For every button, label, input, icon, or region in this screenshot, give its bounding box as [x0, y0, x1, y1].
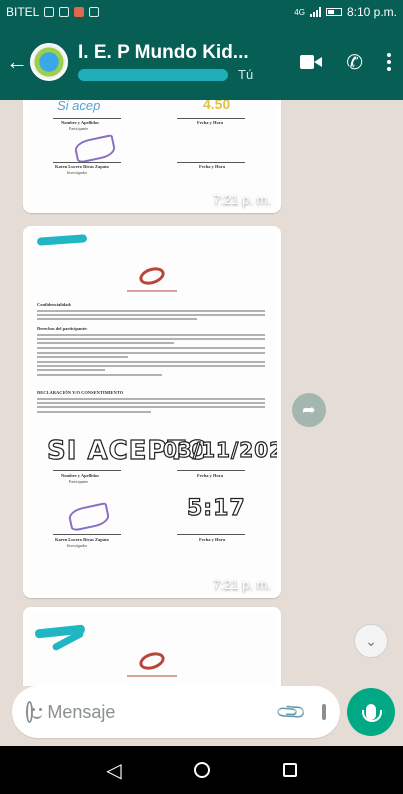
- signature-line-researcher: [53, 534, 121, 535]
- image-message-3[interactable]: [23, 607, 281, 686]
- signature-line-date: [177, 534, 245, 535]
- signature-line-researcher: [53, 162, 121, 163]
- image-message-2[interactable]: Confidencialidad: Derechos del participa…: [23, 226, 281, 598]
- chat-area[interactable]: Si acep 4.50 Nombre y Apellidos Particip…: [0, 100, 403, 686]
- message-time: 7:21 p. m.: [213, 577, 271, 592]
- sig-left-name: Nombre y Apellidos: [61, 473, 99, 478]
- back-arrow-icon[interactable]: ←: [6, 42, 28, 82]
- microphone-icon: [362, 704, 382, 722]
- section-declaration: DECLARACIÓN Y/O CONSENTIMIENTO: [37, 390, 124, 395]
- signature-line-date: [177, 162, 245, 163]
- instagram-notification-icon: [59, 7, 70, 17]
- university-logo: [137, 649, 167, 673]
- signal-strength-icon: [309, 7, 321, 17]
- redaction-scribble: [36, 234, 88, 246]
- nav-recent-apps-icon[interactable]: [282, 763, 297, 777]
- group-avatar[interactable]: [30, 43, 68, 81]
- signature-line-left: [53, 118, 121, 119]
- chat-subtitle: Tú: [78, 67, 300, 82]
- android-nav-bar: ◁: [0, 746, 403, 794]
- logo-caption: [127, 675, 177, 677]
- chat-title: I. E. P Mundo Kid...: [78, 42, 249, 63]
- chat-info[interactable]: I. E. P Mundo Kid... Tú: [78, 42, 300, 82]
- message-composer: 📎: [12, 686, 340, 738]
- sig-left-role: Participante: [69, 126, 89, 131]
- header-actions: ✆: [300, 50, 391, 75]
- handwritten-date: 03/11/2020: [162, 437, 277, 462]
- researcher-name: Karen Lucero Rivas Zapata: [55, 537, 109, 542]
- gallery-notification-icon: [44, 7, 55, 17]
- video-call-icon[interactable]: [300, 55, 323, 69]
- document-image: Confidencialidad: Derechos del participa…: [27, 230, 277, 594]
- message-input[interactable]: [47, 701, 280, 723]
- researcher-role: Investigador: [67, 543, 87, 548]
- signature-line-left: [53, 470, 121, 471]
- researcher-name: Karen Lucero Rivas Zapata: [55, 164, 109, 169]
- camera-icon[interactable]: [322, 704, 336, 720]
- sig-right-label: Fecha y Hora: [197, 120, 223, 125]
- message-time: 7:21 p. m.: [213, 192, 271, 207]
- nav-home-icon[interactable]: [194, 762, 211, 778]
- phone-icon[interactable]: ✆: [346, 50, 363, 75]
- sig-left-name: Nombre y Apellidos: [61, 120, 99, 125]
- handwritten-time: 5:17: [186, 495, 246, 521]
- university-logo: [137, 264, 167, 288]
- image-message-1[interactable]: Si acep 4.50 Nombre y Apellidos Particip…: [23, 100, 281, 213]
- section-rights: Derechos del participante:: [37, 326, 88, 331]
- confidentiality-paragraph: [37, 310, 265, 323]
- status-right: 4G 8:10 p.m.: [294, 5, 397, 19]
- carrier-label: BITEL: [6, 5, 40, 19]
- redaction-scribble: [78, 69, 228, 81]
- emoji-icon[interactable]: [26, 701, 43, 723]
- date-label: Fecha y Hora: [199, 537, 225, 542]
- handwritten-signature: [73, 134, 117, 164]
- app-notification-icon: [74, 7, 85, 17]
- attach-icon[interactable]: 📎: [274, 694, 309, 729]
- signature-line-right: [177, 470, 245, 471]
- scroll-down-icon[interactable]: ⌄: [354, 624, 388, 658]
- signature-line-right: [177, 118, 245, 119]
- signal-app-notification-icon: [89, 7, 100, 17]
- document-image: [27, 611, 277, 686]
- chat-header: ← I. E. P Mundo Kid... Tú ✆: [0, 24, 403, 100]
- status-bar: BITEL 4G 8:10 p.m.: [0, 0, 403, 24]
- declaration-paragraph: [37, 398, 265, 415]
- handwritten-signature: [67, 502, 111, 532]
- network-type-label: 4G: [294, 7, 305, 17]
- sig-right-label: Fecha y Hora: [197, 473, 223, 478]
- forward-icon[interactable]: ➦: [292, 393, 326, 427]
- more-options-icon[interactable]: [387, 53, 391, 71]
- battery-icon: [325, 8, 342, 16]
- handwritten-number: 4.50: [203, 100, 231, 112]
- rights-paragraph: [37, 334, 265, 378]
- handwritten-name: Si acep: [57, 100, 101, 113]
- section-confidentiality: Confidencialidad:: [37, 302, 72, 307]
- researcher-role: Investigador: [67, 170, 87, 175]
- clock-time: 8:10 p.m.: [346, 5, 397, 19]
- sig-left-role: Participante: [69, 479, 89, 484]
- chat-subtitle-text: Tú: [238, 67, 254, 82]
- nav-back-icon[interactable]: ◁: [106, 758, 121, 783]
- logo-caption: [127, 290, 177, 292]
- voice-record-button[interactable]: [347, 688, 395, 736]
- status-left: BITEL: [6, 5, 100, 19]
- date-label: Fecha y Hora: [199, 164, 225, 169]
